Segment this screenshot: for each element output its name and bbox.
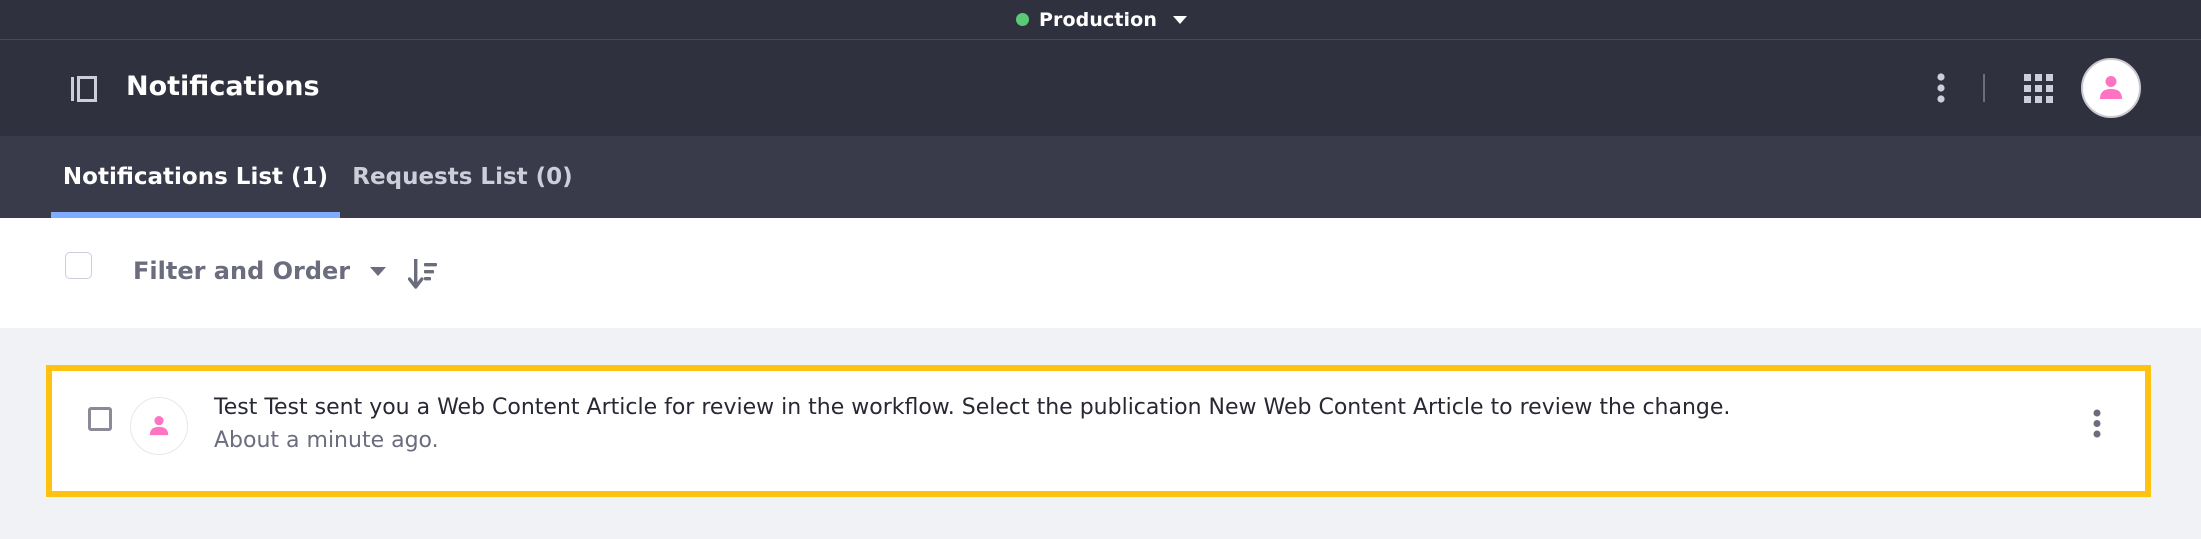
notification-actions-button[interactable] bbox=[2087, 407, 2107, 441]
page-title: Notifications bbox=[126, 71, 320, 102]
header-divider bbox=[1983, 74, 1985, 102]
ellipsis-vertical-icon bbox=[1937, 73, 1945, 103]
sidebar-panel-icon bbox=[71, 76, 97, 102]
notification-message[interactable]: Test Test sent you a Web Content Article… bbox=[214, 393, 2065, 423]
sort-order-button[interactable] bbox=[407, 256, 444, 292]
notification-checkbox[interactable] bbox=[88, 407, 112, 431]
filter-and-order-dropdown[interactable]: Filter and Order bbox=[133, 254, 387, 288]
control-menu: Notifications bbox=[0, 40, 2201, 136]
ellipsis-vertical-icon bbox=[2093, 409, 2101, 438]
notification-content: Test Test sent you a Web Content Article… bbox=[214, 393, 2065, 457]
user-icon bbox=[2100, 76, 2122, 99]
sidebar-toggle-button[interactable] bbox=[70, 76, 98, 102]
select-all-checkbox[interactable] bbox=[65, 252, 92, 279]
environment-status-dot bbox=[1016, 13, 1030, 26]
navigation-tabs: Notifications List (1) Requests List (0) bbox=[0, 136, 2201, 218]
user-avatar-button[interactable] bbox=[2081, 58, 2141, 118]
notification-item[interactable]: Test Test sent you a Web Content Article… bbox=[46, 365, 2151, 497]
environment-label: Production bbox=[1039, 8, 1157, 31]
options-button[interactable] bbox=[1931, 72, 1951, 104]
filter-and-order-label: Filter and Order bbox=[133, 257, 351, 285]
caret-down-icon bbox=[370, 266, 387, 276]
grid-icon bbox=[2024, 74, 2053, 103]
environment-bar: Production bbox=[0, 0, 2201, 40]
notification-timestamp: About a minute ago. bbox=[214, 428, 439, 453]
caret-down-icon bbox=[1172, 15, 1187, 24]
tab-requests-list[interactable]: Requests List (0) bbox=[340, 136, 585, 218]
applications-menu-button[interactable] bbox=[2024, 74, 2054, 104]
management-toolbar: Filter and Order bbox=[0, 218, 2201, 328]
user-icon bbox=[149, 416, 169, 436]
order-arrow-down-icon bbox=[407, 259, 437, 289]
tab-notifications-list[interactable]: Notifications List (1) bbox=[51, 136, 340, 218]
environment-selector[interactable]: Production bbox=[1016, 9, 1187, 31]
sender-avatar bbox=[130, 397, 188, 455]
